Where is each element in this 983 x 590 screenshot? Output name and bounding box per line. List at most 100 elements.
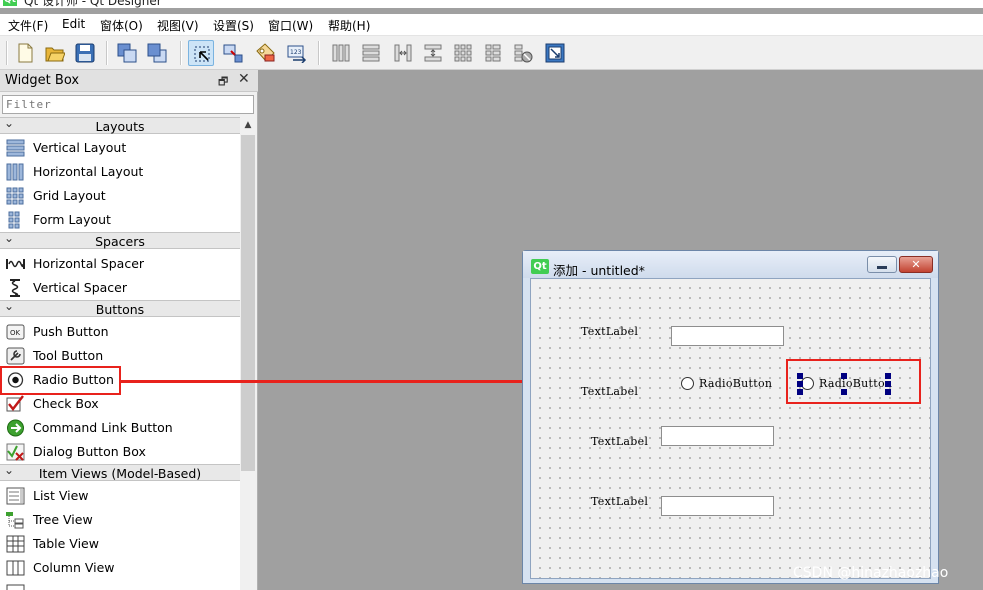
menu-view[interactable]: 视图(V) — [157, 17, 199, 34]
widget-item-label: Table View — [33, 536, 99, 551]
form-text-label[interactable]: TextLabel — [581, 385, 638, 398]
lay-out-horizontally-icon[interactable] — [328, 40, 354, 66]
category-layouts[interactable]: ⌄ Layouts — [0, 117, 240, 134]
save-form-icon[interactable] — [72, 40, 98, 66]
edit-buddies-icon[interactable] — [252, 40, 278, 66]
widget-item-horizontal-spacer[interactable]: Horizontal Spacer — [0, 252, 240, 276]
horizontal-spacer-icon — [6, 259, 25, 269]
grid-layout-icon — [6, 187, 24, 205]
widget-item-column-view[interactable]: Column View — [0, 556, 240, 580]
widget-item-check-box[interactable]: Check Box — [0, 392, 240, 416]
scroll-up-icon[interactable]: ▲ — [240, 117, 256, 133]
widget-item-vertical-spacer[interactable]: Vertical Spacer — [0, 276, 240, 300]
app-window-title: Qt 设计师 - Qt Designer — [24, 0, 162, 8]
category-label: Layouts — [95, 119, 145, 134]
widget-item-list-view[interactable]: List View — [0, 484, 240, 508]
lay-out-grid-icon[interactable] — [450, 40, 476, 66]
push-button-icon: OK — [6, 324, 25, 340]
widget-list-scrollbar[interactable]: ▲ — [240, 117, 256, 590]
minimize-button[interactable] — [867, 256, 897, 273]
widget-item-label: Horizontal Layout — [33, 164, 144, 179]
edit-widgets-icon[interactable] — [188, 40, 214, 66]
scrollbar-thumb[interactable] — [241, 135, 255, 471]
toolbar-separator — [318, 41, 320, 65]
category-buttons[interactable]: ⌄ Buttons — [0, 299, 240, 317]
widget-item-grid-layout[interactable]: Grid Layout — [0, 184, 240, 208]
form-text-label[interactable]: TextLabel — [591, 495, 648, 508]
form-radio-indicator[interactable] — [681, 377, 694, 390]
widget-item-command-link-button[interactable]: Command Link Button — [0, 416, 240, 440]
bring-to-front-icon[interactable] — [144, 40, 170, 66]
menu-file[interactable]: 文件(F) — [8, 17, 48, 34]
toolbar-separator — [6, 41, 8, 65]
watermark-text: CSDN @hinazhaozhao — [793, 565, 949, 581]
menu-help[interactable]: 帮助(H) — [328, 17, 370, 34]
category-label: Spacers — [95, 234, 145, 249]
widget-item-form-layout[interactable]: Form Layout — [0, 208, 240, 232]
adjust-size-icon[interactable] — [542, 40, 568, 66]
edit-tab-order-icon[interactable]: 123 — [284, 40, 310, 66]
category-item-views[interactable]: ⌄ Item Views (Model-Based) — [0, 463, 240, 481]
lay-out-vertically-icon[interactable] — [358, 40, 384, 66]
form-text-label[interactable]: TextLabel — [591, 435, 648, 448]
widget-item-dialog-button-box[interactable]: Dialog Button Box — [0, 440, 240, 464]
tree-view-icon — [6, 512, 24, 529]
widget-item-vertical-layout[interactable]: Vertical Layout — [0, 136, 240, 160]
category-label: Buttons — [95, 302, 145, 317]
widget-box-header: Widget Box 🗗 ✕ — [0, 70, 258, 92]
widget-item-horizontal-layout[interactable]: Horizontal Layout — [0, 160, 240, 184]
widget-item-tree-view[interactable]: Tree View — [0, 508, 240, 532]
close-panel-icon[interactable]: ✕ — [238, 71, 250, 87]
send-to-back-icon[interactable] — [114, 40, 140, 66]
lay-out-horizontal-splitter-icon[interactable] — [390, 40, 416, 66]
form-window-title-bar[interactable]: Qt 添加 - untitled* ✕ — [523, 251, 938, 278]
menu-window[interactable]: 窗口(W) — [268, 17, 313, 34]
horizontal-layout-icon — [6, 163, 24, 181]
table-view-icon — [6, 535, 25, 553]
form-line-edit[interactable] — [671, 326, 784, 346]
form-line-edit[interactable] — [661, 496, 774, 516]
edit-signals-slots-icon[interactable] — [220, 40, 246, 66]
menu-form[interactable]: 窗体(O) — [100, 17, 143, 34]
widget-filter-input[interactable] — [2, 95, 254, 114]
lay-out-vertical-splitter-icon[interactable] — [420, 40, 446, 66]
float-panel-icon[interactable]: 🗗 — [218, 73, 228, 92]
svg-text:OK: OK — [10, 329, 21, 337]
widget-item-label: Form Layout — [33, 212, 111, 227]
form-window: Qt 添加 - untitled* ✕ — [522, 250, 939, 584]
annotation-highlight-radio-item — [0, 366, 121, 395]
tool-button-icon — [6, 347, 25, 365]
category-spacers[interactable]: ⌄ Spacers — [0, 231, 240, 249]
widget-item-tool-button[interactable]: Tool Button — [0, 344, 240, 368]
widget-item-table-view[interactable]: Table View — [0, 532, 240, 556]
widget-item-label: Dialog Button Box — [33, 444, 146, 459]
widget-box-title: Widget Box — [5, 73, 80, 88]
widget-item-label: Grid Layout — [33, 188, 106, 203]
form-radio-button-label[interactable]: RadioButton — [699, 377, 772, 390]
widget-item-label: Check Box — [33, 396, 99, 411]
menu-settings[interactable]: 设置(S) — [213, 17, 254, 34]
toolbar-separator — [106, 41, 108, 65]
widget-item-partial[interactable] — [0, 580, 240, 590]
widget-item-label: List View — [33, 488, 89, 503]
dialog-button-box-icon — [6, 443, 25, 461]
command-link-icon — [7, 419, 24, 437]
close-button[interactable]: ✕ — [899, 256, 933, 273]
widget-item-label: Push Button — [33, 324, 109, 339]
form-line-edit[interactable] — [661, 426, 774, 446]
vertical-spacer-icon — [10, 279, 20, 297]
widget-item-label: Tool Button — [33, 348, 104, 363]
form-window-title: 添加 - untitled* — [553, 263, 645, 278]
widget-item-push-button[interactable]: OK Push Button — [0, 320, 240, 344]
form-text-label[interactable]: TextLabel — [581, 325, 638, 338]
lay-out-form-icon[interactable] — [480, 40, 506, 66]
new-form-icon[interactable] — [12, 40, 38, 66]
widget-box-panel: Widget Box 🗗 ✕ ⌄ Layouts Vertical Layout… — [0, 70, 258, 590]
widget-item-label: Tree View — [33, 512, 93, 527]
column-view-icon — [6, 560, 25, 576]
break-layout-icon[interactable] — [510, 40, 536, 66]
open-form-icon[interactable] — [42, 40, 68, 66]
menu-edit[interactable]: Edit — [62, 17, 85, 31]
vertical-layout-icon — [6, 139, 25, 157]
widget-item-label: Column View — [33, 560, 115, 575]
